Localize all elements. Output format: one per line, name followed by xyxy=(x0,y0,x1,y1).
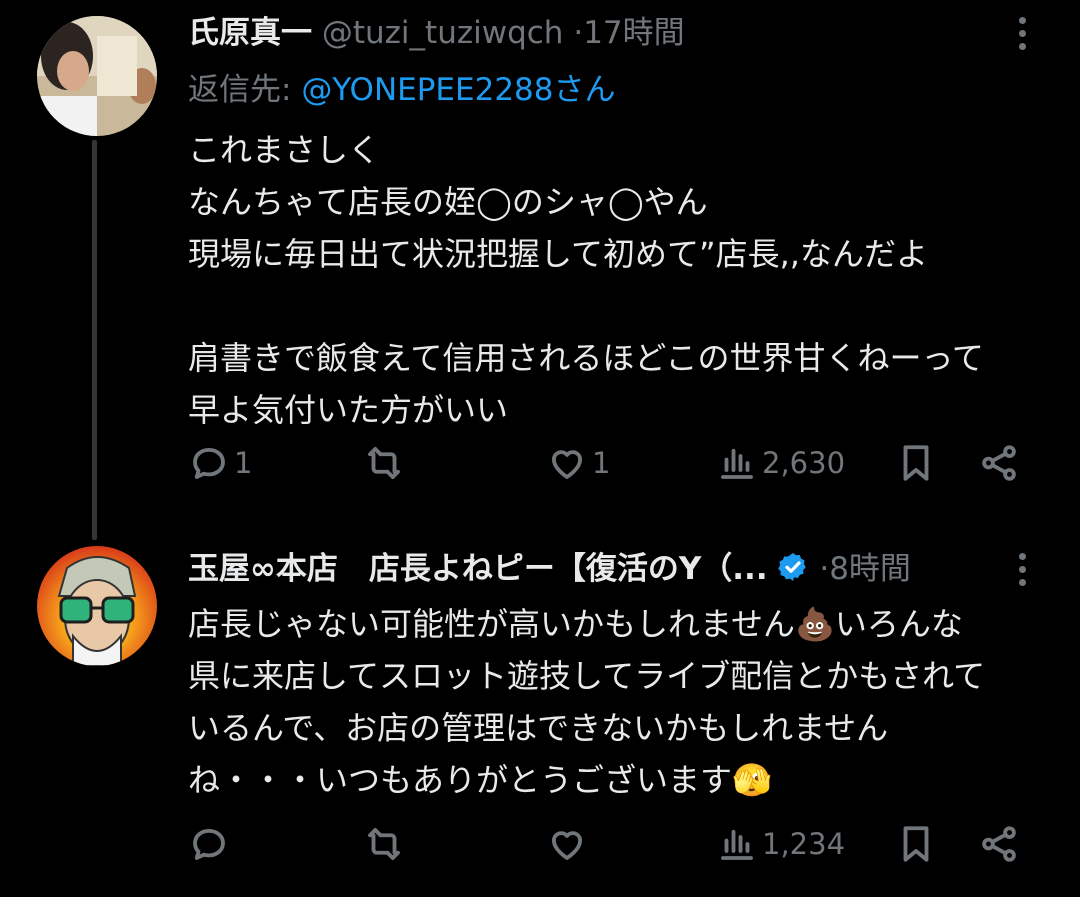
action-bar: 1,234 xyxy=(188,819,1038,869)
reply-button[interactable]: 1 xyxy=(188,438,252,488)
tweet-header: 氏原真一 @tuzi_tuziwqch ·17時間 xyxy=(188,13,685,53)
views-icon xyxy=(721,448,753,479)
views-button[interactable]: 2,630 xyxy=(716,438,845,488)
like-button[interactable] xyxy=(546,819,592,869)
share-icon xyxy=(982,445,1016,481)
views-count: 2,630 xyxy=(762,446,846,480)
verified-badge-icon xyxy=(778,553,807,581)
bookmark-button[interactable] xyxy=(895,438,937,488)
reply-prefix: 返信先: xyxy=(188,72,302,108)
retweet-icon xyxy=(368,828,400,860)
retweet-button[interactable] xyxy=(363,819,409,869)
timestamp[interactable]: 17時間 xyxy=(583,15,684,51)
views-button[interactable]: 1,234 xyxy=(716,819,845,869)
avatar-1[interactable] xyxy=(37,16,157,136)
action-bar: 1 1 2,630 xyxy=(188,438,1038,488)
more-icon xyxy=(1018,16,1026,24)
bookmark-button[interactable] xyxy=(895,819,937,869)
like-icon xyxy=(551,450,583,479)
like-icon xyxy=(551,831,583,860)
retweet-icon xyxy=(368,447,400,479)
reply-icon xyxy=(193,447,225,479)
more-options-button[interactable] xyxy=(1004,13,1040,53)
separator-dot: · xyxy=(819,551,830,587)
reply-mention-link[interactable]: @YONEPEE2288さん xyxy=(301,72,615,108)
bookmark-icon xyxy=(903,826,929,862)
thread-connector-line xyxy=(92,140,97,540)
bookmark-icon xyxy=(903,445,929,481)
tweet-text: 店長じゃない可能性が高いかもしれません💩いろんな 県に来店してスロット遊技してラ… xyxy=(188,605,986,799)
views-count: 1,234 xyxy=(762,827,846,861)
separator-dot: · xyxy=(573,15,584,51)
tweet-1[interactable]: 氏原真一 @tuzi_tuziwqch ·17時間 返信先: @YONEPEE2… xyxy=(0,0,1080,540)
timestamp[interactable]: 8時間 xyxy=(829,551,911,587)
like-count: 1 xyxy=(592,446,611,480)
reply-button[interactable] xyxy=(188,819,234,869)
tweet-2[interactable]: 玉屋∞本店 店長よねピー【復活のY（... ·8時間 店長じゃない可能性が高いか… xyxy=(0,530,1080,897)
reply-count: 1 xyxy=(234,446,253,480)
views-icon xyxy=(721,829,753,860)
more-options-button[interactable] xyxy=(1004,549,1040,589)
like-button[interactable]: 1 xyxy=(546,438,610,488)
display-name[interactable]: 玉屋∞本店 店長よねピー【復活のY（... xyxy=(188,551,768,587)
reply-icon xyxy=(193,828,225,860)
tweet-header: 玉屋∞本店 店長よねピー【復活のY（... ·8時間 xyxy=(188,549,911,589)
avatar-2[interactable] xyxy=(37,546,157,666)
share-button[interactable] xyxy=(978,819,1020,869)
user-handle[interactable]: @tuzi_tuziwqch xyxy=(322,15,564,51)
more-icon xyxy=(1018,552,1026,560)
share-button[interactable] xyxy=(978,438,1020,488)
share-icon xyxy=(982,826,1016,862)
reply-to-line: 返信先: @YONEPEE2288さん xyxy=(188,70,616,110)
display-name[interactable]: 氏原真一 xyxy=(188,15,312,51)
retweet-button[interactable] xyxy=(363,438,409,488)
tweet-text: これまさしく なんちゃて店長の姪◯のシャ◯やん 現場に毎日出て状況把握して初めて… xyxy=(188,131,984,429)
